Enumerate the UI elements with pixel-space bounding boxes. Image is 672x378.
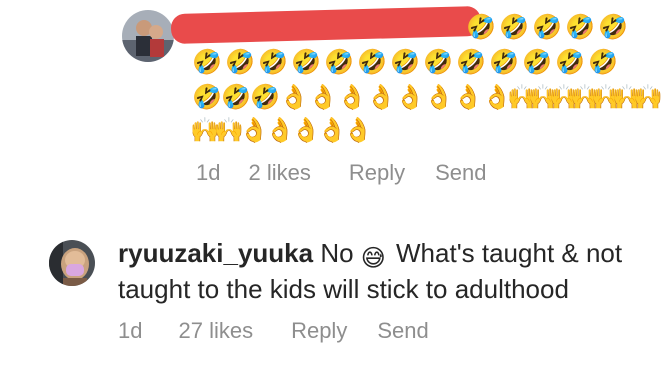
reply-button[interactable]: Reply xyxy=(349,160,405,186)
emoji: 👌 xyxy=(239,116,269,144)
emoji: 👌 xyxy=(265,116,295,144)
emoji: 🤣 xyxy=(499,13,529,41)
comment-meta: 1d 27 likes Reply Send xyxy=(118,318,457,344)
username-redaction xyxy=(170,5,482,45)
send-button[interactable]: Send xyxy=(435,160,486,186)
comment-body: ryuuzaki_yuuka No 😅 What's taught & not … xyxy=(118,236,658,306)
emoji: 🤣 xyxy=(291,48,321,76)
emoji: 👌 xyxy=(317,116,347,144)
send-button[interactable]: Send xyxy=(377,318,428,344)
emoji: 👌 xyxy=(279,83,309,111)
emoji-row-2: 🤣 🤣 🤣 🤣 🤣 🤣 🤣 🤣 🤣 🤣 🤣 🤣 🤣 xyxy=(192,48,618,76)
emoji: 👌 xyxy=(395,83,425,111)
emoji: 🤣 xyxy=(192,48,222,76)
emoji: 👌 xyxy=(424,83,454,111)
emoji: 🤣 xyxy=(324,48,354,76)
emoji: 🤣 xyxy=(357,48,387,76)
emoji: 🙌 xyxy=(633,83,663,111)
avatar[interactable] xyxy=(49,240,95,286)
username[interactable]: ryuuzaki_yuuka xyxy=(118,238,313,268)
emoji: 🤣 xyxy=(466,13,496,41)
likes-count[interactable]: 2 likes xyxy=(248,160,310,186)
avatar[interactable] xyxy=(122,10,174,62)
emoji-row-3: 🤣 🤣 🤣 👌 👌 👌 👌 👌 👌 👌 👌 🙌 🙌 🙌 🙌 🙌 🙌 🙌 xyxy=(192,83,663,111)
emoji: 🤣 xyxy=(192,83,222,111)
reply-button[interactable]: Reply xyxy=(291,318,347,344)
emoji: 👌 xyxy=(343,116,373,144)
profile-photo-icon xyxy=(122,10,174,62)
emoji: 🤣 xyxy=(221,83,251,111)
emoji: 🤣 xyxy=(565,13,595,41)
emoji: 🤣 xyxy=(423,48,453,76)
emoji-row-4: 🙌 🙌 👌 👌 👌 👌 👌 xyxy=(190,116,373,144)
emoji: 🤣 xyxy=(598,13,628,41)
emoji: 👌 xyxy=(337,83,367,111)
emoji: 🤣 xyxy=(250,83,280,111)
emoji: 🤣 xyxy=(489,48,519,76)
likes-count[interactable]: 27 likes xyxy=(178,318,253,344)
grinning-sweat-emoji-icon: 😅 xyxy=(360,244,386,272)
emoji: 🤣 xyxy=(532,13,562,41)
emoji: 🤣 xyxy=(225,48,255,76)
emoji: 👌 xyxy=(308,83,338,111)
timestamp: 1d xyxy=(196,160,221,185)
emoji: 🤣 xyxy=(522,48,552,76)
emoji: 🤣 xyxy=(588,48,618,76)
timestamp: 1d xyxy=(118,318,143,343)
emoji: 👌 xyxy=(453,83,483,111)
profile-photo-icon xyxy=(49,240,95,286)
emoji: 🤣 xyxy=(258,48,288,76)
comment-meta: 1d 2 likes Reply Send xyxy=(196,160,514,186)
emoji: 👌 xyxy=(366,83,396,111)
emoji: 🤣 xyxy=(555,48,585,76)
emoji-row-1: 🤣 🤣 🤣 🤣 🤣 xyxy=(466,13,628,41)
comment-text-part: No xyxy=(313,238,361,268)
emoji: 🤣 xyxy=(456,48,486,76)
emoji: 🤣 xyxy=(390,48,420,76)
emoji: 👌 xyxy=(291,116,321,144)
emoji: 🙌 xyxy=(214,116,244,144)
